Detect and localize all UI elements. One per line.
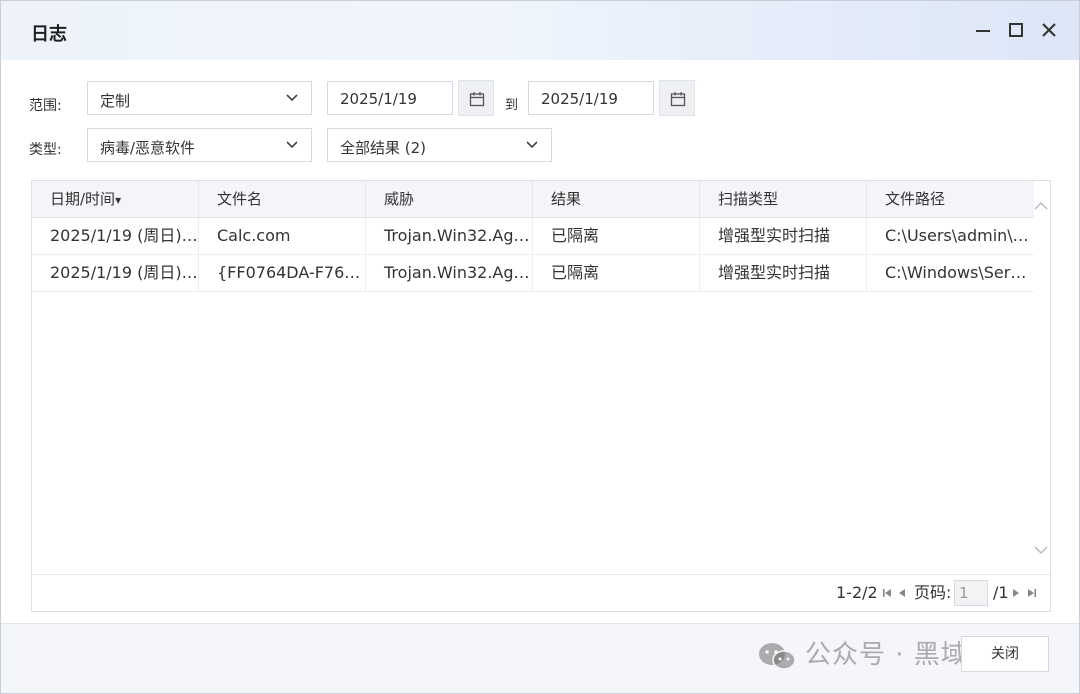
column-header-datetime[interactable]: 日期/时间▾ [32, 181, 199, 217]
chevron-down-icon [526, 141, 538, 149]
cell-threat: Trojan.Win32.Age... [366, 255, 533, 291]
range-select-value: 定制 [100, 92, 131, 110]
cell-result: 已隔离 [533, 255, 700, 291]
result-select[interactable]: 全部结果 (2) [327, 128, 552, 162]
cell-threat: Trojan.Win32.Age... [366, 218, 533, 254]
log-table: 日期/时间▾ 文件名 威胁 结果 扫描类型 文件路径 2025/1/19 (周日… [31, 180, 1051, 612]
range-label: 范围: [29, 98, 62, 114]
date-from-input[interactable]: 2025/1/19 [327, 81, 453, 115]
cell-filename: Calc.com [199, 218, 366, 254]
type-select[interactable]: 病毒/恶意软件 [87, 128, 312, 162]
page-number-input[interactable]: 1 [954, 580, 988, 606]
table-row[interactable]: 2025/1/19 (周日) 1... Calc.com Trojan.Win3… [32, 218, 1034, 255]
calendar-icon [670, 92, 686, 107]
range-select[interactable]: 定制 [87, 81, 312, 115]
type-select-value: 病毒/恶意软件 [100, 139, 196, 157]
log-window: 日志 范围: 定制 2025/1/19 到 2025/1/19 类型: 病毒/恶… [0, 0, 1080, 694]
chevron-down-icon [286, 141, 298, 149]
date-to-calendar-button[interactable] [659, 80, 695, 116]
cell-datetime: 2025/1/19 (周日) 1... [32, 255, 199, 291]
wechat-icon [759, 642, 796, 670]
cell-file-path: C:\Windows\Servi... [885, 263, 1034, 282]
date-to-value: 2025/1/19 [541, 90, 618, 108]
type-label: 类型: [29, 142, 62, 158]
pagination-bar: 1-2/2 页码: 1 /1 [32, 574, 1050, 611]
table-header: 日期/时间▾ 文件名 威胁 结果 扫描类型 文件路径 [32, 181, 1034, 218]
cell-scan-type: 增强型实时扫描 [700, 255, 867, 291]
column-header-filename[interactable]: 文件名 [199, 181, 366, 217]
dialog-body: 范围: 定制 2025/1/19 到 2025/1/19 类型: 病毒/恶意软件… [1, 60, 1079, 693]
title-bar[interactable]: 日志 [1, 1, 1079, 60]
maximize-icon[interactable] [1004, 18, 1028, 42]
scroll-up-icon[interactable] [1032, 197, 1050, 215]
cell-file-path: C:\Users\admin\A... [885, 226, 1034, 245]
page-label: 页码: [914, 583, 952, 602]
record-range: 1-2/2 [836, 583, 878, 602]
minimize-icon[interactable] [971, 18, 995, 42]
calendar-icon [469, 92, 485, 107]
to-label: 到 [505, 98, 519, 113]
prev-page-icon[interactable] [898, 588, 906, 598]
date-from-value: 2025/1/19 [340, 90, 417, 108]
page-total: /1 [993, 583, 1009, 602]
table-row[interactable]: 2025/1/19 (周日) 1... {FF0764DA-F766-... T… [32, 255, 1034, 292]
dialog-footer: 公众号 · 黑域之路 关闭 [1, 624, 1079, 693]
result-select-value: 全部结果 (2) [340, 139, 427, 157]
cell-datetime: 2025/1/19 (周日) 1... [32, 218, 199, 254]
chevron-down-icon [286, 94, 298, 102]
next-page-icon[interactable] [1012, 588, 1020, 598]
column-header-result[interactable]: 结果 [533, 181, 700, 217]
close-icon[interactable] [1037, 18, 1061, 42]
column-header-file-path[interactable]: 文件路径 [867, 181, 1034, 217]
window-title: 日志 [31, 24, 67, 45]
cell-result: 已隔离 [533, 218, 700, 254]
last-page-icon[interactable] [1027, 588, 1037, 598]
close-button[interactable]: 关闭 [961, 636, 1049, 672]
date-to-input[interactable]: 2025/1/19 [528, 81, 654, 115]
cell-filename: {FF0764DA-F766-... [199, 255, 366, 291]
sort-desc-icon: ▾ [115, 193, 122, 207]
first-page-icon[interactable] [882, 588, 892, 598]
cell-scan-type: 增强型实时扫描 [700, 218, 867, 254]
column-header-scan-type[interactable]: 扫描类型 [700, 181, 867, 217]
scroll-down-icon[interactable] [1032, 541, 1050, 559]
date-from-calendar-button[interactable] [458, 80, 494, 116]
column-header-threat[interactable]: 威胁 [366, 181, 533, 217]
